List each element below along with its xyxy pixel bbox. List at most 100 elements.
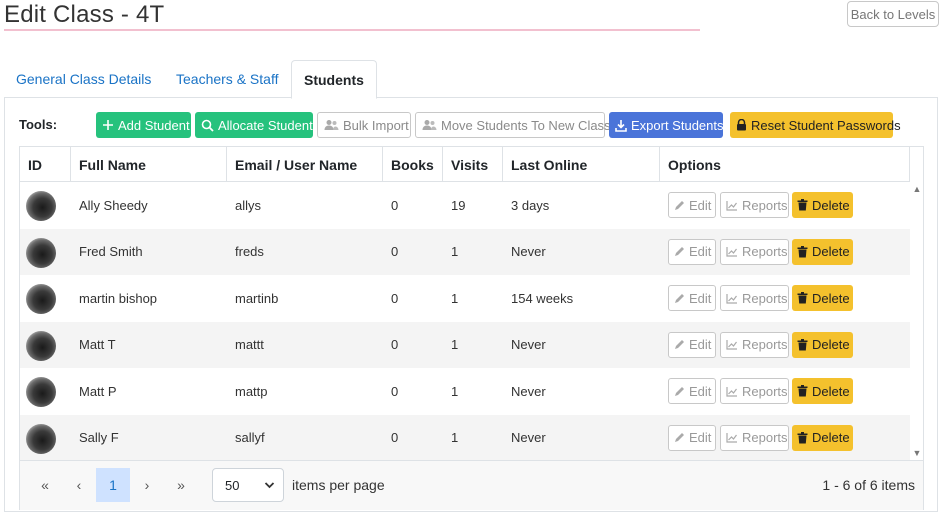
cell-last-online: Never (511, 430, 546, 446)
cell-visits: 1 (451, 337, 459, 353)
pencil-icon (674, 339, 685, 350)
reports-button[interactable]: Reports (720, 238, 789, 265)
allocate-student-label: Allocate Student (218, 117, 313, 133)
delete-label: Delete (812, 244, 850, 259)
reports-label: Reports (742, 197, 788, 213)
scroll-down-arrow-icon[interactable]: ▼ (912, 448, 922, 458)
cell-full-name: Matt P (79, 383, 117, 399)
bulk-import-button[interactable]: Bulk Import (317, 112, 411, 138)
bulk-import-label: Bulk Import (343, 117, 409, 133)
table-row[interactable]: Fred Smith freds 0 1 Never Edit Reports … (20, 228, 910, 275)
delete-label: Delete (812, 197, 850, 213)
delete-label: Delete (812, 337, 850, 352)
students-panel: Tools: Add Student Allocate Student Bulk… (4, 98, 938, 512)
page-size-value: 50 (225, 477, 240, 493)
item-count-label: 1 - 6 of 6 items (822, 477, 915, 493)
delete-label: Delete (812, 290, 850, 306)
header-full-name[interactable]: Full Name (71, 147, 227, 182)
cell-visits: 1 (451, 383, 459, 399)
delete-button[interactable]: Delete (792, 285, 853, 311)
avatar (26, 377, 56, 407)
move-students-button[interactable]: Move Students To New Class (415, 112, 611, 138)
chart-line-icon (726, 339, 738, 350)
page-number-button[interactable]: 1 (96, 468, 130, 502)
delete-label: Delete (812, 383, 850, 399)
add-student-button[interactable]: Add Student (96, 112, 191, 138)
edit-button[interactable]: Edit (668, 378, 716, 404)
items-per-page-label: items per page (292, 477, 385, 493)
reports-button[interactable]: Reports (720, 331, 789, 358)
reports-button[interactable]: Reports (720, 192, 789, 218)
export-students-button[interactable]: Export Students (609, 112, 724, 138)
chart-line-icon (726, 293, 738, 304)
back-to-levels-button[interactable]: Back to Levels (847, 1, 939, 27)
trash-icon (797, 292, 808, 304)
cell-username: sallyf (235, 430, 265, 446)
scroll-up-arrow-icon[interactable]: ▲ (912, 184, 922, 194)
table-row[interactable]: Ally Sheedy allys 0 19 3 days Edit Repor… (20, 182, 910, 229)
tab-general-class-details[interactable]: General Class Details (4, 60, 163, 98)
cell-username: martinb (235, 290, 279, 306)
reset-passwords-label: Reset Student Passwords (751, 117, 901, 133)
header-books[interactable]: Books (383, 147, 443, 182)
table-row[interactable]: Matt T mattt 0 1 Never Edit Reports Dele… (20, 321, 910, 368)
add-student-label: Add Student (118, 117, 190, 133)
first-page-icon[interactable]: « (28, 468, 62, 502)
edit-button[interactable]: Edit (668, 238, 716, 265)
grid-rows: Ally Sheedy allys 0 19 3 days Edit Repor… (20, 182, 910, 461)
previous-page-icon[interactable]: ‹ (62, 468, 96, 502)
avatar (26, 191, 56, 221)
tab-teachers-staff[interactable]: Teachers & Staff (164, 60, 290, 98)
chart-line-icon (726, 246, 738, 257)
edit-button[interactable]: Edit (668, 285, 716, 311)
reports-label: Reports (742, 337, 788, 352)
cell-last-online: Never (511, 337, 546, 353)
header-visits[interactable]: Visits (443, 147, 503, 182)
table-row[interactable]: Matt P mattp 0 1 Never Edit Reports Dele… (20, 368, 910, 415)
edit-label: Edit (689, 337, 712, 352)
edit-button[interactable]: Edit (668, 424, 716, 451)
tab-students[interactable]: Students (291, 60, 377, 99)
trash-icon (797, 199, 808, 211)
cell-last-online: 3 days (511, 197, 550, 213)
cell-username: freds (235, 244, 264, 260)
header-last-online[interactable]: Last Online (503, 147, 660, 182)
delete-button[interactable]: Delete (792, 192, 853, 218)
reset-passwords-button[interactable]: Reset Student Passwords (730, 112, 901, 138)
trash-icon (797, 245, 808, 258)
trash-icon (797, 338, 808, 351)
edit-button[interactable]: Edit (668, 331, 716, 358)
delete-button[interactable]: Delete (792, 331, 853, 358)
page-size-select[interactable]: 50 (212, 468, 284, 502)
header-email[interactable]: Email / User Name (227, 147, 383, 182)
students-grid: ID Full Name Email / User Name Books Vis… (19, 146, 924, 510)
table-row[interactable]: martin bishop martinb 0 1 154 weeks Edit… (20, 275, 910, 322)
pencil-icon (674, 246, 685, 257)
delete-button[interactable]: Delete (792, 424, 853, 451)
cell-visits: 1 (451, 244, 459, 260)
delete-button[interactable]: Delete (792, 378, 853, 404)
edit-label: Edit (689, 383, 712, 399)
title-underline (4, 29, 700, 31)
cell-last-online: Never (511, 244, 546, 260)
header-id[interactable]: ID (20, 147, 71, 182)
last-page-icon[interactable]: » (164, 468, 198, 502)
reports-button[interactable]: Reports (720, 424, 789, 451)
lock-icon (736, 119, 747, 131)
cell-books: 0 (391, 197, 399, 213)
reports-label: Reports (742, 430, 788, 445)
table-row[interactable]: Sally F sallyf 0 1 Never Edit Reports De… (20, 414, 910, 461)
cell-full-name: Ally Sheedy (79, 197, 148, 213)
vertical-scrollbar[interactable]: ▲ ▼ (910, 182, 924, 460)
tabs: General Class Details Teachers & Staff S… (4, 60, 938, 99)
next-page-icon[interactable]: › (130, 468, 164, 502)
avatar (26, 423, 56, 454)
reports-button[interactable]: Reports (720, 378, 789, 404)
page-title: Edit Class - 4T (4, 1, 165, 28)
cell-visits: 1 (451, 290, 459, 306)
edit-button[interactable]: Edit (668, 192, 716, 218)
reports-button[interactable]: Reports (720, 285, 789, 311)
export-students-label: Export Students (631, 117, 724, 133)
delete-button[interactable]: Delete (792, 238, 853, 265)
allocate-student-button[interactable]: Allocate Student (195, 112, 313, 138)
